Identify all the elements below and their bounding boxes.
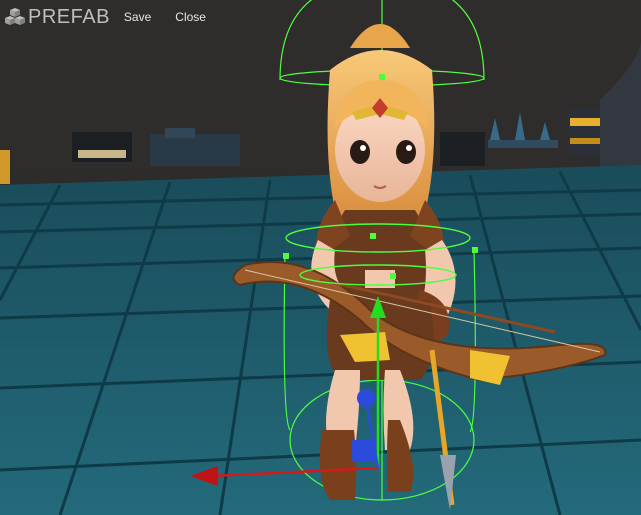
prefab-toolbar: PREFAB Save Close xyxy=(0,0,206,34)
save-button[interactable]: Save xyxy=(124,10,151,24)
prefab-title: PREFAB xyxy=(28,5,110,28)
prefab-logo: PREFAB xyxy=(4,6,110,29)
prefab-editor-viewport[interactable]: PREFAB Save Close xyxy=(0,0,641,515)
cubes-icon xyxy=(5,8,25,25)
move-gizmo-z-handle xyxy=(352,440,376,462)
scene-view[interactable] xyxy=(0,0,641,515)
close-button[interactable]: Close xyxy=(175,10,206,24)
